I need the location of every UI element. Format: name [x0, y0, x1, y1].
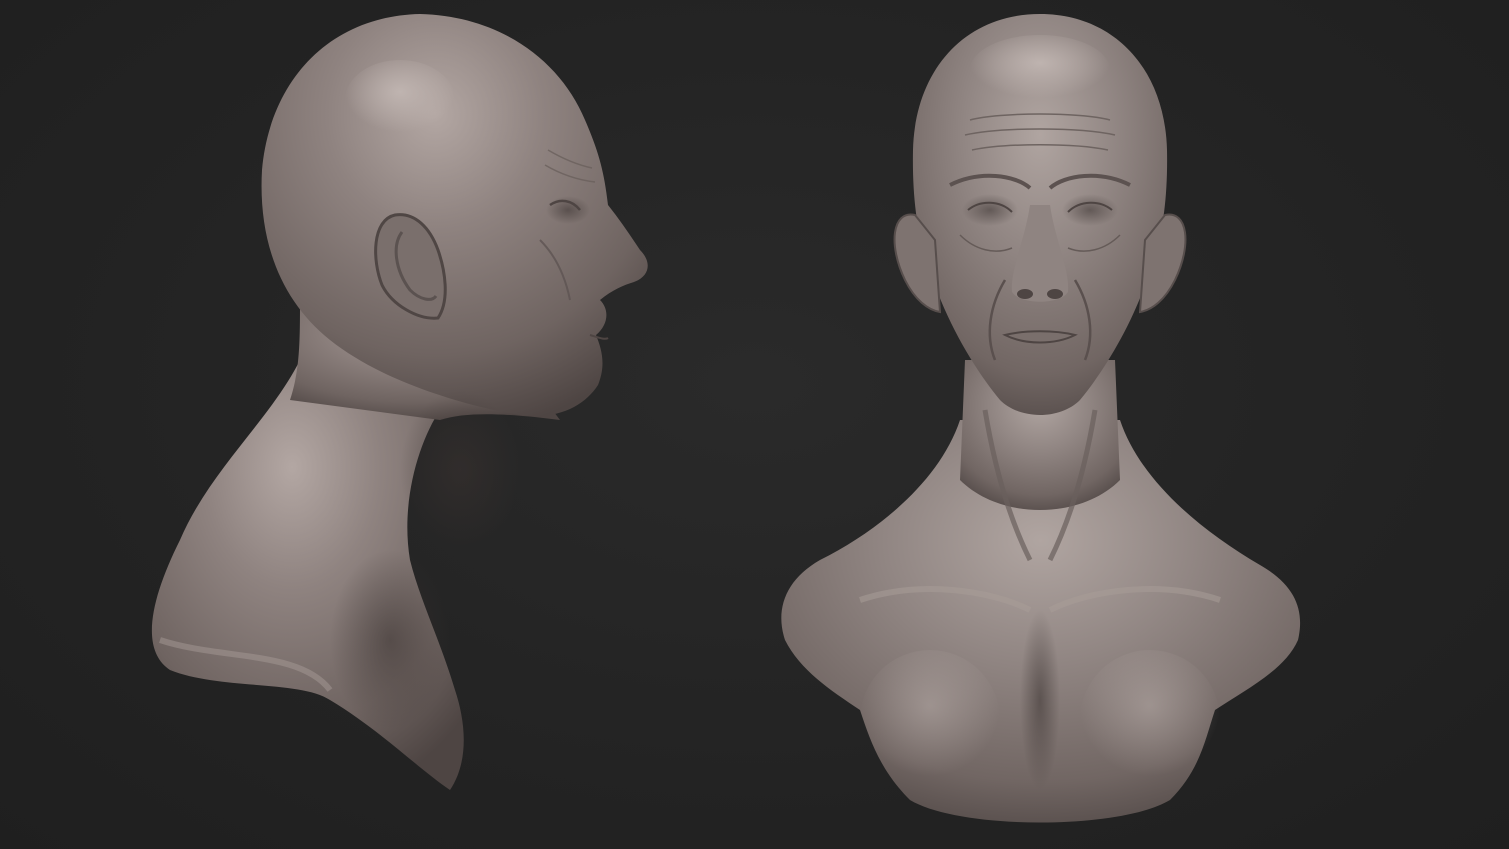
side-view-bust — [151, 14, 648, 790]
sculpt-render — [151, 14, 1301, 823]
front-view-bust — [781, 14, 1301, 823]
side-scalp-highlight — [345, 60, 455, 140]
front-scalp-highlight — [970, 35, 1110, 105]
render-viewport — [0, 0, 1509, 849]
side-eye-socket — [546, 196, 590, 224]
